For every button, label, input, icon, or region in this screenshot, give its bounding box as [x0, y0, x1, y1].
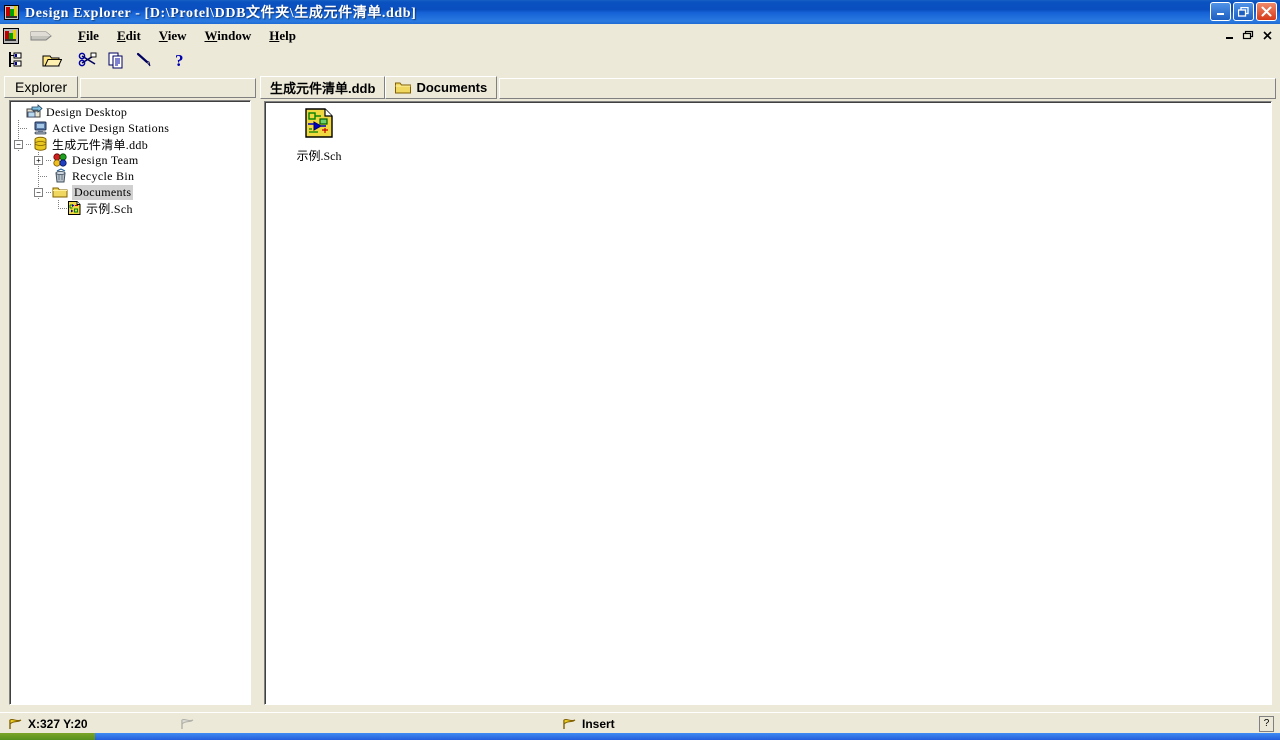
explorer-tab-strip: Explorer: [4, 74, 256, 98]
tab-ddb-label: 生成元件清单.ddb: [270, 81, 376, 96]
tree-gutter: [12, 168, 26, 184]
mdi-window-controls: [1220, 27, 1276, 44]
tree-gutter: [52, 200, 67, 216]
expander-ddb[interactable]: −: [14, 140, 23, 149]
explorer-tree-icon[interactable]: [4, 49, 28, 71]
file-item-example-sch[interactable]: 示例.Sch: [283, 107, 355, 164]
arrow-pointer-icon[interactable]: [29, 28, 55, 44]
schematic-doc-icon: [302, 107, 336, 143]
menu-bar: File Edit View Window Help: [0, 24, 1280, 48]
yellow-flag-icon: [8, 718, 23, 730]
workstation-icon: [32, 120, 49, 136]
tab-documents-label: Documents: [416, 80, 488, 95]
menu-help[interactable]: Help: [260, 26, 305, 46]
schematic-doc-icon: [66, 200, 83, 216]
tree-gutter: [12, 200, 26, 216]
database-ddb-icon: [32, 136, 49, 152]
design-explorer-window: Design Explorer - [D:\Protel\DDB文件夹\生成元件…: [0, 0, 1280, 740]
svg-text:?: ?: [175, 51, 184, 69]
status-mode-label: Insert: [582, 716, 615, 731]
explorer-panel: Explorer Design Desktop Active Design St…: [4, 74, 256, 709]
status-coordinates-label: X:327 Y:20: [28, 716, 88, 731]
taskbar-edge: [0, 733, 1280, 740]
tree-item-design-team[interactable]: + Design Team: [12, 152, 250, 168]
design-tree-container[interactable]: Design Desktop Active Design Stations − …: [9, 100, 251, 705]
tree-item-design-desktop[interactable]: Design Desktop: [12, 104, 250, 120]
design-desktop-icon: [26, 104, 43, 120]
status-mode: Insert: [562, 715, 615, 732]
tree-gutter: −: [32, 184, 46, 200]
folder-icon: [395, 81, 412, 94]
tree-item-documents[interactable]: − Documents: [12, 184, 250, 200]
design-team-icon: [52, 152, 69, 168]
mdi-minimize-button[interactable]: [1220, 27, 1238, 44]
expander-design-team[interactable]: +: [34, 156, 43, 165]
pencil-icon[interactable]: [132, 49, 156, 71]
tab-explorer[interactable]: Explorer: [4, 76, 79, 98]
copy-icon[interactable]: [104, 49, 128, 71]
document-tab-strip: 生成元件清单.ddb Documents: [260, 74, 1276, 99]
recycle-bin-icon: [52, 168, 69, 184]
title-bar: Design Explorer - [D:\Protel\DDB文件夹\生成元件…: [0, 0, 1280, 24]
minimize-button[interactable]: [1210, 2, 1231, 21]
close-button[interactable]: [1256, 2, 1277, 21]
expander-documents[interactable]: −: [34, 188, 43, 197]
main-toolbar: ?: [0, 47, 1280, 73]
tree-gutter: [32, 168, 47, 184]
tree-item-recycle-bin[interactable]: Recycle Bin: [12, 168, 250, 184]
tree-gutter: [12, 104, 26, 120]
open-folder-icon[interactable]: [40, 49, 64, 71]
help-question-icon[interactable]: ?: [168, 49, 192, 71]
document-canvas[interactable]: 示例.Sch: [264, 101, 1272, 705]
tree-label: 示例.Sch: [86, 201, 133, 216]
taskbar-main-edge: [95, 733, 1280, 740]
tree-gutter: [12, 184, 26, 200]
cut-scissors-icon[interactable]: [76, 49, 100, 71]
tree-gutter: [32, 200, 46, 216]
tree-label: Documents: [72, 184, 134, 200]
document-area: 生成元件清单.ddb Documents 示例.Sch: [260, 74, 1276, 709]
tree-item-ddb[interactable]: − 生成元件清单.ddb: [12, 136, 250, 152]
tree-label: Design Team: [72, 152, 139, 167]
status-coordinates: X:327 Y:20: [8, 715, 88, 732]
menu-file[interactable]: File: [69, 26, 108, 46]
menu-view[interactable]: View: [150, 26, 196, 46]
folder-icon: [52, 184, 69, 200]
menu-window[interactable]: Window: [195, 26, 260, 46]
window-title: Design Explorer - [D:\Protel\DDB文件夹\生成元件…: [25, 6, 417, 21]
tree-gutter: [12, 120, 27, 136]
menu-edit[interactable]: Edit: [108, 26, 150, 46]
taskbar-start-edge: [0, 733, 95, 740]
tree-gutter: +: [32, 152, 46, 168]
window-controls: [1210, 2, 1277, 21]
restore-button[interactable]: [1233, 2, 1254, 21]
status-middle: [180, 715, 195, 732]
yellow-flag-icon: [562, 718, 577, 730]
tree-label: Recycle Bin: [72, 168, 135, 183]
status-help-button[interactable]: ?: [1259, 716, 1274, 732]
tree-item-example-sch[interactable]: 示例.Sch: [12, 200, 250, 216]
file-item-label: 示例.Sch: [296, 149, 342, 163]
explorer-tab-filler: [80, 78, 256, 98]
tree-label: 生成元件清单.ddb: [52, 137, 149, 152]
gray-flag-icon: [180, 718, 195, 730]
design-tree: Design Desktop Active Design Stations − …: [10, 101, 250, 216]
mdi-restore-button[interactable]: [1239, 27, 1257, 44]
tree-label: Active Design Stations: [52, 120, 170, 135]
mdi-close-button[interactable]: [1258, 27, 1276, 44]
tree-label: Design Desktop: [46, 104, 128, 119]
status-bar: X:327 Y:20 Insert ?: [0, 712, 1280, 734]
tree-gutter: −: [12, 136, 26, 152]
tab-ddb[interactable]: 生成元件清单.ddb: [260, 76, 386, 99]
design-explorer-icon: [3, 4, 20, 21]
design-explorer-small-icon[interactable]: [3, 27, 19, 44]
tab-explorer-label: Explorer: [15, 79, 68, 95]
document-tab-filler: [499, 78, 1276, 99]
tree-gutter: [12, 152, 26, 168]
tree-item-active-design-stations[interactable]: Active Design Stations: [12, 120, 250, 136]
tab-documents[interactable]: Documents: [385, 76, 498, 99]
